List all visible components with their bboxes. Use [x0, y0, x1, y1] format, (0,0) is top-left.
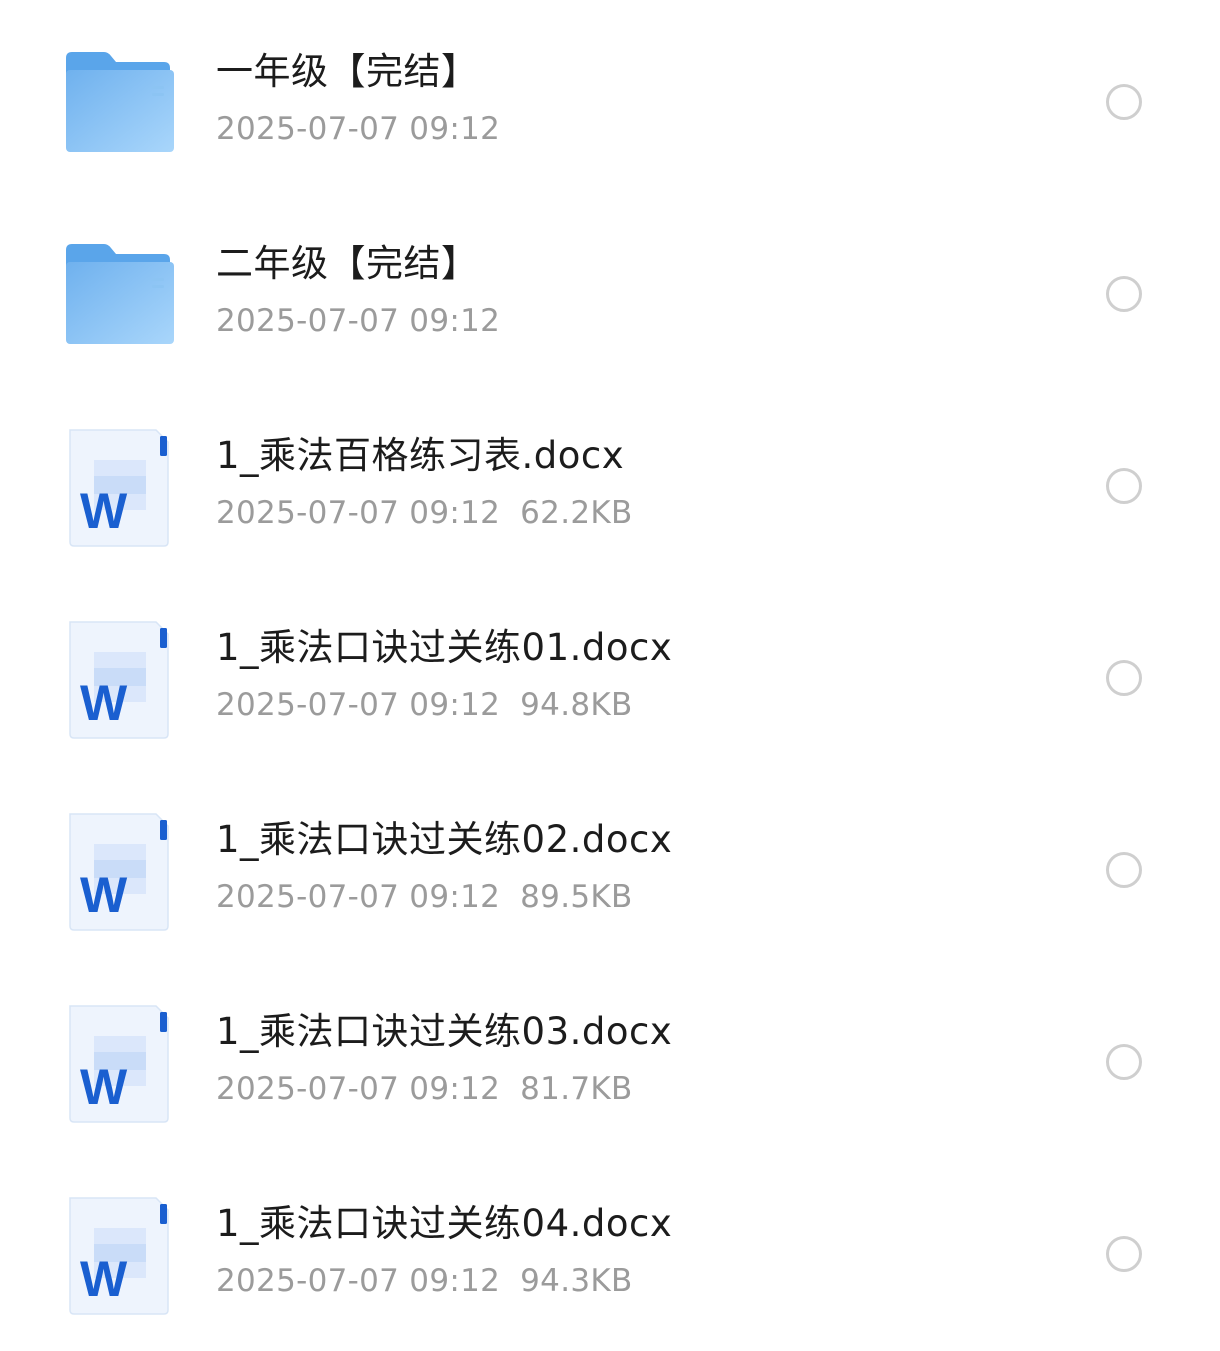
- file-date: 2025-07-07 09:12: [216, 111, 501, 147]
- word-doc-icon: W: [64, 1196, 178, 1315]
- file-name: 1_乘法百格练习表.docx: [216, 434, 625, 477]
- file-name: 1_乘法口诀过关练04.docx: [216, 1202, 673, 1245]
- list-item[interactable]: W 1_乘法口诀过关练04.docx 2025-07-07 09:12 94.3K…: [0, 1156, 1220, 1348]
- file-date: 2025-07-07 09:12: [216, 687, 501, 723]
- list-item[interactable]: W 1_乘法口诀过关练02.docx 2025-07-07 09:12 89.5K…: [0, 772, 1220, 964]
- file-size: 94.8KB: [520, 687, 633, 723]
- file-meta: 2025-07-07 09:12: [216, 110, 500, 148]
- select-checkbox[interactable]: [1106, 852, 1142, 888]
- file-size: 89.5KB: [520, 879, 633, 915]
- select-checkbox[interactable]: [1106, 276, 1142, 312]
- svg-text:W: W: [80, 675, 128, 731]
- file-name: 一年级【完结】: [216, 50, 479, 93]
- file-date: 2025-07-07 09:12: [216, 1071, 501, 1107]
- folder-icon: [64, 44, 178, 156]
- list-item[interactable]: W 1_乘法口诀过关练03.docx 2025-07-07 09:12 81.7K…: [0, 964, 1220, 1156]
- file-meta: 2025-07-07 09:12 62.2KB: [216, 494, 633, 532]
- file-meta: 2025-07-07 09:12 94.3KB: [216, 1262, 633, 1300]
- svg-text:W: W: [80, 1251, 128, 1307]
- word-doc-icon: W: [64, 812, 178, 931]
- file-size: 62.2KB: [520, 495, 633, 531]
- word-doc-icon: W: [64, 1004, 178, 1123]
- folder-icon: [64, 236, 178, 348]
- svg-text:W: W: [80, 483, 128, 539]
- list-item[interactable]: W 1_乘法口诀过关练01.docx 2025-07-07 09:12 94.8K…: [0, 580, 1220, 772]
- file-meta: 2025-07-07 09:12: [216, 302, 500, 340]
- file-list: 一年级【完结】 2025-07-07 09:12 二年级【完结】 2025-07…: [0, 4, 1220, 1348]
- select-checkbox[interactable]: [1106, 1044, 1142, 1080]
- file-date: 2025-07-07 09:12: [216, 1263, 501, 1299]
- list-item[interactable]: 一年级【完结】 2025-07-07 09:12: [0, 4, 1220, 196]
- select-checkbox[interactable]: [1106, 1236, 1142, 1272]
- file-size: 94.3KB: [520, 1263, 633, 1299]
- file-name: 1_乘法口诀过关练03.docx: [216, 1010, 673, 1053]
- file-date: 2025-07-07 09:12: [216, 303, 501, 339]
- file-meta: 2025-07-07 09:12 81.7KB: [216, 1070, 633, 1108]
- word-doc-icon: W: [64, 428, 178, 547]
- svg-text:W: W: [80, 867, 128, 923]
- file-meta: 2025-07-07 09:12 94.8KB: [216, 686, 633, 724]
- select-checkbox[interactable]: [1106, 660, 1142, 696]
- file-date: 2025-07-07 09:12: [216, 879, 501, 915]
- file-date: 2025-07-07 09:12: [216, 495, 501, 531]
- list-item[interactable]: W 1_乘法百格练习表.docx 2025-07-07 09:12 62.2KB: [0, 388, 1220, 580]
- file-name: 二年级【完结】: [216, 242, 479, 285]
- select-checkbox[interactable]: [1106, 84, 1142, 120]
- file-size: 81.7KB: [520, 1071, 633, 1107]
- word-doc-icon: W: [64, 620, 178, 739]
- select-checkbox[interactable]: [1106, 468, 1142, 504]
- list-item[interactable]: 二年级【完结】 2025-07-07 09:12: [0, 196, 1220, 388]
- svg-text:W: W: [80, 1059, 128, 1115]
- file-name: 1_乘法口诀过关练02.docx: [216, 818, 673, 861]
- file-name: 1_乘法口诀过关练01.docx: [216, 626, 673, 669]
- file-meta: 2025-07-07 09:12 89.5KB: [216, 878, 633, 916]
